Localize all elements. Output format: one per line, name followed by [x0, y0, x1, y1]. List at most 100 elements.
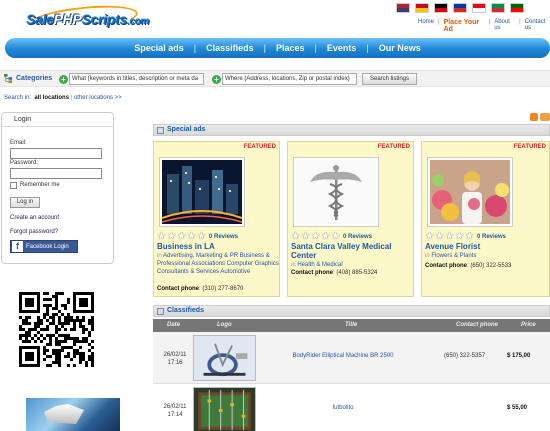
table-header: Date Logo Title Contact phone Price [153, 319, 550, 332]
foosball-table-image[interactable] [193, 387, 256, 431]
contact-us-link[interactable]: Contact us [525, 19, 550, 33]
add-location-icon[interactable]: + [212, 75, 221, 84]
section-icon [157, 127, 164, 134]
add-keyword-icon[interactable]: + [59, 75, 68, 84]
qr-code-image [19, 292, 94, 367]
germany-flag-icon[interactable] [434, 3, 448, 13]
star-icon: ★ [455, 231, 464, 242]
portugal-flag-icon[interactable] [510, 3, 524, 13]
reviews-link[interactable]: 0 Reviews [477, 234, 506, 240]
star-icon: ★ [321, 231, 330, 242]
turkey-flag-icon[interactable] [472, 3, 486, 13]
nav-our-news[interactable]: Our News [369, 43, 431, 53]
listing-thumbnail[interactable] [427, 157, 513, 227]
rating-stars[interactable]: ★ ★ ★ ★ ★ 0 Reviews [157, 231, 238, 242]
create-account-link[interactable]: Create an account [10, 215, 59, 221]
column-price[interactable]: Price [521, 322, 536, 328]
listing-title[interactable]: Santa Clara Valley Medical Center [291, 242, 411, 260]
about-us-link[interactable]: About us [494, 19, 515, 33]
star-icon: ★ [187, 231, 196, 242]
special-ad-card[interactable]: FEATURED ★ ★ ★ ★ ★ 0 Reviews Avenue Florist … [421, 141, 550, 297]
logo-text: SalePHPScripts.com [26, 11, 150, 27]
caduceus-image [296, 160, 376, 224]
row-title-link[interactable]: BodyRider Elliptical Machine BR 2500 [278, 353, 408, 359]
featured-badge: FEATURED [377, 144, 410, 150]
main-nav: Special ads | Classifieds | Places | Eve… [5, 38, 550, 58]
login-box: Login Email: Password: Remember me Log i… [1, 112, 114, 264]
other-locations-link[interactable]: other locations >> [74, 95, 122, 101]
nav-places[interactable]: Places [266, 43, 315, 53]
special-ad-card[interactable]: FEATURED ★ ★ ★ ★ ★ 0 Reviews Business in LA … [153, 141, 280, 297]
facebook-login-button[interactable]: f Facebook Login [10, 240, 78, 253]
us-flag-icon[interactable] [396, 3, 410, 13]
column-title[interactable]: Title [345, 322, 357, 328]
spain-flag-icon[interactable] [415, 3, 429, 13]
row-price: $ 175,00 [507, 353, 531, 359]
nav-special-ads[interactable]: Special ads [124, 43, 194, 53]
reviews-link[interactable]: 0 Reviews [209, 234, 238, 240]
listing-categories[interactable]: in Flowers & Plants [425, 252, 547, 260]
column-date[interactable]: Date [167, 322, 180, 328]
rating-stars[interactable]: ★ ★ ★ ★ ★ 0 Reviews [425, 231, 506, 242]
ad-graphic [44, 404, 84, 424]
row-date: 26/02/11 17:16 [163, 352, 187, 366]
email-field[interactable] [10, 148, 102, 159]
rss-icon[interactable] [530, 113, 538, 121]
row-date: 26/02/11 17:14 [163, 404, 187, 418]
special-ad-card[interactable]: FEATURED ★ ★ ★ ★ ★ 0 Reviews Santa Clara Val… [287, 141, 414, 297]
login-button[interactable]: Log in [10, 197, 40, 208]
home-link[interactable]: Home [418, 19, 434, 33]
reviews-link[interactable]: 0 Reviews [343, 234, 372, 240]
login-title: Login [2, 113, 113, 127]
table-row[interactable]: 26/02/11 17:14 futbolito $ 55,00 [153, 384, 550, 431]
column-contact-phone: Contact phone [456, 322, 498, 328]
rating-stars[interactable]: ★ ★ ★ ★ ★ 0 Reviews [291, 231, 372, 242]
categories-toggle[interactable]: Categories [4, 74, 52, 83]
row-title-link[interactable]: futbolito [278, 405, 408, 411]
listing-thumbnail[interactable] [159, 157, 245, 227]
listing-phone: Contact phone: (650) 322-5533 [425, 263, 512, 269]
special-ads-title: Special ads [167, 126, 206, 133]
listing-thumbnail[interactable] [293, 157, 379, 227]
listing-categories[interactable]: in Health & Medical [291, 261, 413, 269]
classifieds-title: Classifieds [167, 307, 204, 314]
star-icon: ★ [425, 231, 434, 242]
search-listings-button[interactable]: Search listings [362, 73, 417, 85]
listing-title[interactable]: Business in LA [157, 242, 277, 251]
star-icon: ★ [465, 231, 474, 242]
rss-feed-icon[interactable] [540, 113, 550, 121]
email-label: Email: [10, 140, 27, 146]
star-icon: ★ [197, 231, 206, 242]
table-row[interactable]: 26/02/11 17:16 BodyRider Elliptical Machi… [153, 332, 550, 384]
keywords-input[interactable]: What (keywords in titles, description or… [69, 73, 204, 85]
forgot-password-link[interactable]: Forgot password? [10, 229, 58, 235]
italy-flag-icon[interactable] [491, 3, 505, 13]
password-field[interactable] [10, 168, 102, 179]
place-your-ad-link[interactable]: Place Your Ad [444, 19, 485, 33]
all-locations-link[interactable]: all locations [34, 95, 69, 101]
listing-title[interactable]: Avenue Florist [425, 242, 545, 251]
listing-categories[interactable]: in Advertising, Marketing & PR Business … [157, 252, 279, 276]
location-input[interactable]: Where (Address, locations, Zip or postal… [222, 73, 357, 85]
side-ad-image[interactable] [26, 398, 120, 431]
city-night-image [161, 160, 243, 224]
special-ads-header: Special ads [153, 124, 550, 136]
nav-classifieds[interactable]: Classifieds [196, 43, 264, 53]
classifieds-table: Date Logo Title Contact phone Price 26/0… [153, 319, 550, 431]
star-icon: ★ [445, 231, 454, 242]
star-icon: ★ [331, 231, 340, 242]
nav-events[interactable]: Events [317, 43, 367, 53]
star-icon: ★ [301, 231, 310, 242]
elliptical-machine-image[interactable] [193, 335, 256, 381]
site-logo[interactable]: SalePHPScripts.com [26, 1, 150, 37]
language-flags [396, 3, 524, 13]
star-icon: ★ [167, 231, 176, 242]
russia-flag-icon[interactable] [453, 3, 467, 13]
featured-badge: FEATURED [513, 144, 546, 150]
remember-me-checkbox[interactable] [10, 182, 17, 189]
search-in-bar: Search in: all locations | other locatio… [4, 95, 122, 101]
star-icon: ★ [157, 231, 166, 242]
listing-phone: Contact phone: (310) 277-8670 [157, 286, 244, 292]
tree-icon [4, 74, 13, 83]
row-price: $ 55,00 [507, 405, 528, 411]
